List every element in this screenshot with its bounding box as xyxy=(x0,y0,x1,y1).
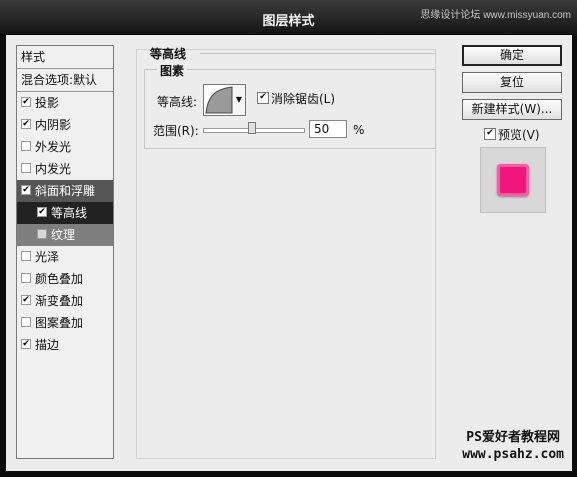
style-item-label: 描边 xyxy=(35,338,60,352)
contour-curve-icon xyxy=(205,86,233,114)
style-list-header[interactable]: 样式 xyxy=(17,46,113,69)
style-item-inner-shadow[interactable]: ✔ 内阴影 xyxy=(17,114,113,136)
preview-thumbnail xyxy=(480,147,546,213)
style-item-inner-glow[interactable]: 内发光 xyxy=(17,158,113,180)
antialias-checkbox[interactable]: ✔ xyxy=(257,92,269,104)
style-item-label: 外发光 xyxy=(35,140,72,154)
ok-button[interactable]: 确定 xyxy=(462,45,562,66)
blend-options-item[interactable]: 混合选项:默认 xyxy=(17,69,113,92)
style-item-label: 图案叠加 xyxy=(35,316,84,330)
style-item-label: 等高线 xyxy=(51,206,88,220)
contour-dropdown-arrow[interactable]: ▼ xyxy=(233,84,246,116)
watermark-line1: PS爱好者教程网 xyxy=(466,430,560,445)
checkbox-outer-glow[interactable] xyxy=(21,141,31,151)
antialias-label: 消除锯齿(L) xyxy=(271,92,336,106)
checkbox-gradient-overlay[interactable]: ✔ xyxy=(21,295,31,305)
style-item-label: 斜面和浮雕 xyxy=(35,184,96,198)
watermark: PS爱好者教程网 www.psahz.com xyxy=(462,429,564,463)
style-item-bevel-emboss[interactable]: ✔ 斜面和浮雕 xyxy=(17,180,113,202)
layer-style-dialog: 样式 混合选项:默认 ✔ 投影 ✔ 内阴影 外发光 内发光 ✔ 斜面和浮雕 ✔ … xyxy=(6,35,572,471)
reset-button[interactable]: 复位 xyxy=(462,72,562,93)
checkbox-contour[interactable]: ✔ xyxy=(37,207,47,217)
preview-swatch xyxy=(497,164,529,196)
style-item-outer-glow[interactable]: 外发光 xyxy=(17,136,113,158)
checkbox-inner-shadow[interactable]: ✔ xyxy=(21,119,31,129)
style-item-color-overlay[interactable]: 颜色叠加 xyxy=(17,268,113,290)
style-item-satin[interactable]: 光泽 xyxy=(17,246,113,268)
range-unit: % xyxy=(353,123,365,137)
style-item-label: 内发光 xyxy=(35,162,72,176)
checkbox-color-overlay[interactable] xyxy=(21,273,31,283)
elements-group: 图素 等高线: ▼ ✔ 消除锯齿(L) 范围(R): 50 % xyxy=(144,62,436,149)
section-divider xyxy=(200,53,436,54)
range-label: 范围(R): xyxy=(153,124,199,138)
style-item-texture[interactable]: 纹理 xyxy=(17,224,113,246)
style-item-drop-shadow[interactable]: ✔ 投影 xyxy=(17,92,113,114)
style-item-label: 投影 xyxy=(35,96,60,110)
new-style-button[interactable]: 新建样式(W)... xyxy=(462,99,562,120)
style-item-contour[interactable]: ✔ 等高线 xyxy=(17,202,113,224)
range-input[interactable]: 50 xyxy=(309,120,347,138)
style-item-stroke[interactable]: ✔ 描边 xyxy=(17,334,113,356)
range-slider-handle[interactable] xyxy=(248,122,256,134)
watermark-line2: www.psahz.com xyxy=(462,447,564,462)
style-item-label: 纹理 xyxy=(51,228,76,242)
checkbox-stroke[interactable]: ✔ xyxy=(21,339,31,349)
style-item-label: 颜色叠加 xyxy=(35,272,84,286)
checkbox-texture[interactable] xyxy=(37,229,47,239)
contour-picker[interactable] xyxy=(203,84,235,116)
title-bar: 图层样式 思缘设计论坛 www.missyuan.com xyxy=(0,0,577,35)
style-item-label: 光泽 xyxy=(35,250,60,264)
contour-panel: 等高线 图素 等高线: ▼ ✔ 消除锯齿(L) 范围(R): 50 % xyxy=(136,47,436,459)
section-title: 等高线 xyxy=(150,47,187,61)
group-title: 图素 xyxy=(157,62,188,79)
style-list: 样式 混合选项:默认 ✔ 投影 ✔ 内阴影 外发光 内发光 ✔ 斜面和浮雕 ✔ … xyxy=(16,45,114,459)
style-item-label: 渐变叠加 xyxy=(35,294,84,308)
checkbox-pattern-overlay[interactable] xyxy=(21,317,31,327)
checkbox-drop-shadow[interactable]: ✔ xyxy=(21,97,31,107)
style-item-label: 内阴影 xyxy=(35,118,72,132)
preview-checkbox[interactable]: ✔ xyxy=(484,128,496,140)
checkbox-inner-glow[interactable] xyxy=(21,163,31,173)
checkbox-satin[interactable] xyxy=(21,251,31,261)
checkbox-bevel-emboss[interactable]: ✔ xyxy=(21,185,31,195)
watermark-top: 思缘设计论坛 www.missyuan.com xyxy=(420,10,571,21)
style-item-pattern-overlay[interactable]: 图案叠加 xyxy=(17,312,113,334)
contour-label: 等高线: xyxy=(157,95,198,109)
preview-label: 预览(V) xyxy=(498,128,540,142)
style-item-gradient-overlay[interactable]: ✔ 渐变叠加 xyxy=(17,290,113,312)
